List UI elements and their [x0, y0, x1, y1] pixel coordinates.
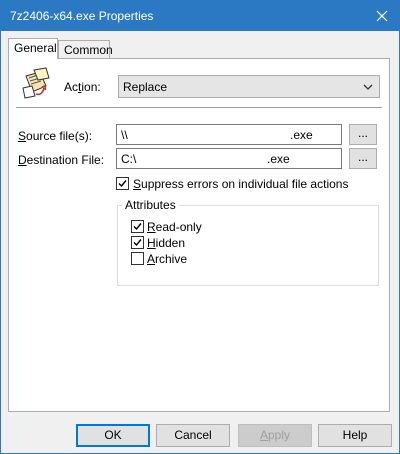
- source-path-extension: .exe: [290, 128, 313, 142]
- destination-path-prefix: C:\: [121, 152, 137, 166]
- destination-path-extension: .exe: [267, 152, 290, 166]
- destination-file-input[interactable]: C:\ .exe: [116, 148, 342, 169]
- destination-browse-button[interactable]: ...: [349, 148, 377, 169]
- tab-common-label: Common: [64, 43, 113, 57]
- hidden-label[interactable]: Hidden: [147, 236, 185, 250]
- window-title: 7z2406-x64.exe Properties: [10, 9, 154, 23]
- source-label: Source file(s):: [18, 129, 93, 143]
- checkmark-icon: [133, 239, 142, 247]
- suppress-errors-checkbox[interactable]: [116, 177, 129, 190]
- source-path-prefix: \\: [121, 128, 128, 142]
- archive-checkbox[interactable]: [131, 252, 144, 265]
- title-bar[interactable]: 7z2406-x64.exe Properties: [1, 1, 399, 31]
- hidden-checkbox[interactable]: [131, 236, 144, 249]
- attributes-group-title: Attributes: [122, 198, 179, 212]
- source-browse-button[interactable]: ...: [349, 124, 377, 145]
- source-file-input[interactable]: \\ .exe: [116, 124, 342, 145]
- readonly-label[interactable]: Read-only: [147, 220, 202, 234]
- action-select-value: Replace: [123, 80, 168, 94]
- cancel-button[interactable]: Cancel: [156, 424, 230, 447]
- close-icon: [376, 10, 388, 22]
- file-replace-icon: [22, 67, 50, 99]
- tab-common[interactable]: Common: [58, 40, 113, 59]
- help-button[interactable]: Help: [318, 424, 392, 447]
- chevron-down-icon: [363, 84, 373, 90]
- suppress-errors-label[interactable]: Suppress errors on individual file actio…: [133, 177, 348, 191]
- action-select[interactable]: Replace: [118, 75, 380, 98]
- checkmark-icon: [118, 180, 127, 188]
- close-button[interactable]: [365, 1, 399, 31]
- ok-button[interactable]: OK: [76, 424, 150, 447]
- readonly-checkbox[interactable]: [131, 220, 144, 233]
- destination-label: Destination File:: [18, 153, 105, 167]
- action-label: Action:: [64, 80, 101, 94]
- archive-label[interactable]: Archive: [147, 252, 187, 266]
- tab-general[interactable]: General: [8, 38, 58, 59]
- apply-button[interactable]: Apply: [238, 424, 312, 447]
- checkmark-icon: [133, 223, 142, 231]
- tab-general-label: General: [14, 41, 57, 55]
- separator: [16, 107, 382, 109]
